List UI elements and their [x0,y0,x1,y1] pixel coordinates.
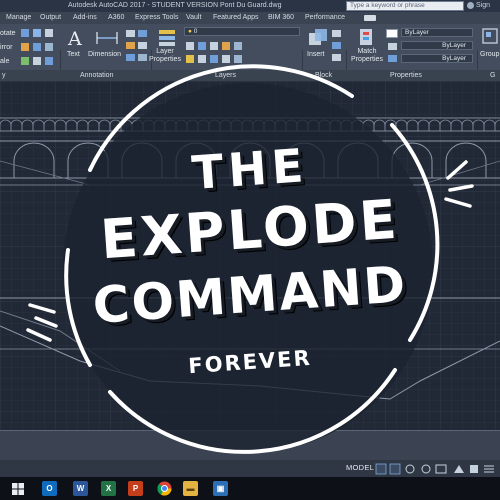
sign-in-link[interactable]: Sign [476,0,490,12]
text-tool-label[interactable]: Text [67,51,80,59]
color-swatch[interactable] [386,29,398,38]
color-dropdown[interactable]: ByLayer [401,28,473,37]
window-title: Autodesk AutoCAD 2017 - STUDENT VERSION … [68,2,282,9]
status-bar: MODEL [0,460,500,477]
tab-add-ins[interactable]: Add-ins [73,12,97,24]
scale-tool-label[interactable]: ale [0,58,9,66]
match-properties-label[interactable]: Match Properties [350,48,384,64]
photos-icon[interactable]: ▣ [213,481,228,496]
tab-output[interactable]: Output [40,12,61,24]
layer-dropdown[interactable]: ● 0 [184,27,300,36]
layer-tools-icon[interactable] [184,40,300,66]
tab-featured-apps[interactable]: Featured Apps [213,12,259,24]
help-search-input[interactable]: Type a keyword or phrase [346,1,464,11]
annotation-panel-title[interactable]: Annotation [80,70,113,81]
status-toggles-icon[interactable] [374,463,498,475]
mirror-tool-label[interactable]: irror [0,44,12,52]
text-icon[interactable]: A [66,28,84,48]
layer-value: 0 [193,28,198,35]
windows-taskbar: O W X P ▬ ▣ [0,477,500,500]
command-line[interactable] [0,430,500,460]
ribbon-tab-bar: Manage Output Add-ins A360 Express Tools… [0,12,500,24]
excel-icon[interactable]: X [101,481,116,496]
svg-text:A: A [67,28,82,48]
linetype-value: ByLayer [442,42,466,49]
ribbon-panel-titles: y Annotation Layers Block Properties G [0,70,500,81]
insert-tool-label[interactable]: Insert [307,51,325,59]
color-value: ByLayer [405,29,429,36]
groups-panel-title[interactable]: G [490,70,495,81]
dimension-tool-label[interactable]: Dimension [88,51,121,59]
annotation-small-tools-icon[interactable] [124,28,150,68]
lineweight-value: ByLayer [442,55,466,62]
group-icon[interactable] [481,27,500,47]
chrome-icon[interactable] [157,481,172,496]
title-bar: Autodesk AutoCAD 2017 - STUDENT VERSION … [0,0,500,12]
drawing-canvas[interactable] [0,81,500,430]
word-icon[interactable]: W [73,481,88,496]
modify-tools-icon[interactable] [19,27,59,67]
modify-panel-title[interactable]: y [2,70,6,81]
block-tools-icon[interactable] [330,28,344,64]
layer-properties-label[interactable]: Layer Properties [149,48,181,64]
layer-properties-icon[interactable] [157,27,179,47]
dimension-icon[interactable] [95,29,119,47]
outlook-icon[interactable]: O [42,481,57,496]
aqueduct-drawing [0,81,500,430]
layers-panel-title[interactable]: Layers [215,70,236,81]
more-tabs-icon[interactable] [364,15,376,21]
tab-manage[interactable]: Manage [6,12,31,24]
windows-start-icon[interactable] [12,483,24,495]
tab-performance[interactable]: Performance [305,12,345,24]
folder-icon[interactable]: ▬ [183,481,198,496]
group-tool-label[interactable]: Group [480,51,499,59]
insert-block-icon[interactable] [307,27,329,49]
match-properties-icon[interactable] [356,27,378,47]
linetype-dropdown[interactable]: ByLayer [401,41,473,50]
list-icon[interactable] [386,41,400,65]
properties-panel-title[interactable]: Properties [390,70,422,81]
tab-bim-360[interactable]: BIM 360 [268,12,294,24]
model-space-button[interactable]: MODEL [346,463,374,472]
tab-vault[interactable]: Vault [186,12,201,24]
block-panel-title[interactable]: Block [315,70,332,81]
tab-express-tools[interactable]: Express Tools [135,12,178,24]
lineweight-dropdown[interactable]: ByLayer [401,54,473,63]
powerpoint-icon[interactable]: P [128,481,143,496]
tab-a360[interactable]: A360 [108,12,124,24]
user-icon[interactable] [467,2,474,9]
rotate-tool-label[interactable]: otate [0,30,16,38]
